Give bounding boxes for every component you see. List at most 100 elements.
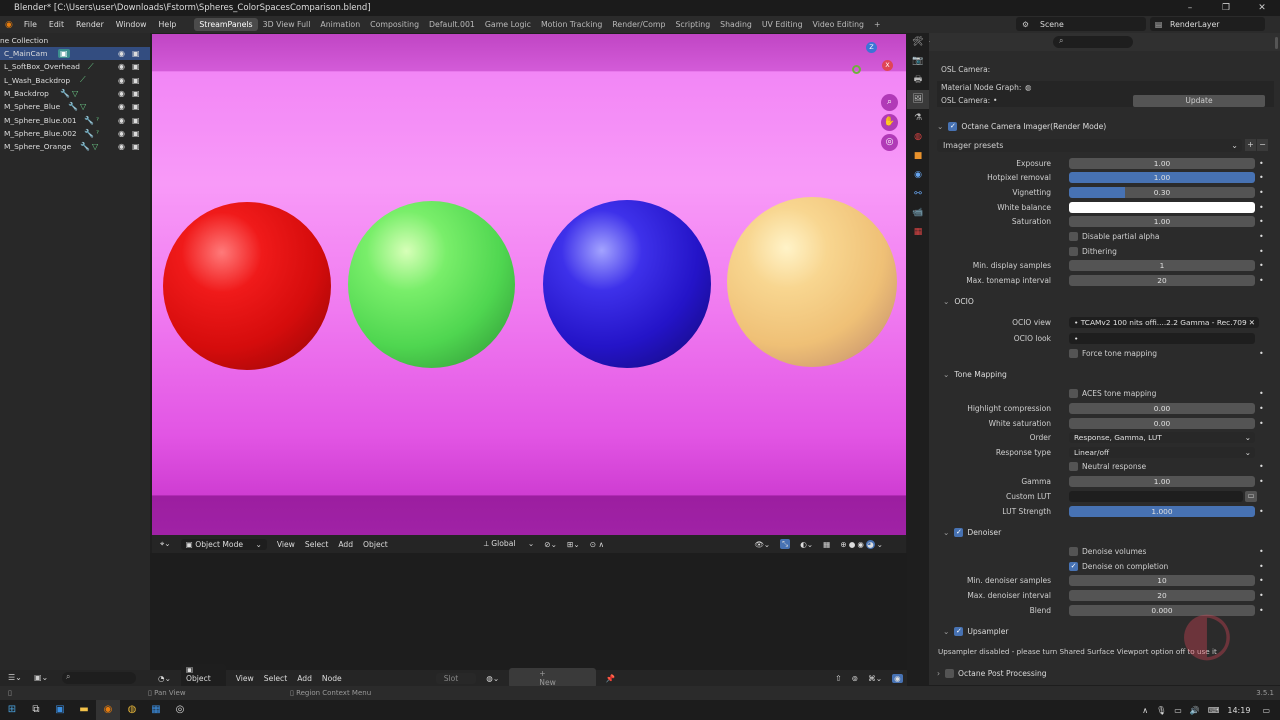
keyframe-dot-icon[interactable]: • xyxy=(1259,404,1264,413)
new-material-button[interactable]: + New xyxy=(509,668,596,688)
scene-tab-icon[interactable]: ⚗ xyxy=(907,109,929,128)
menu-view[interactable]: View xyxy=(236,674,254,683)
material-browse-icon[interactable]: ◍⌄ xyxy=(486,674,499,683)
remove-preset-button[interactable]: − xyxy=(1257,139,1268,151)
volume-icon[interactable]: 🔊 xyxy=(1190,706,1200,715)
snap-node-icon[interactable]: ⊚ xyxy=(852,674,858,683)
view-layer-tab-icon[interactable]: 🖼 xyxy=(907,90,929,109)
keyframe-dot-icon[interactable]: • xyxy=(1259,188,1264,197)
menu-file[interactable]: File xyxy=(18,20,43,29)
blender-taskbar-icon[interactable]: ◉ xyxy=(96,700,120,720)
collection-row[interactable]: ne Collection xyxy=(0,33,150,47)
render-camera-icon[interactable]: ▣ xyxy=(132,142,140,151)
folder-icon[interactable]: ▭ xyxy=(1245,491,1257,502)
clock[interactable]: 14:19 xyxy=(1227,706,1250,715)
saturation-field[interactable]: 1.00 xyxy=(1069,216,1255,227)
slot-dropdown[interactable]: Slot xyxy=(435,672,477,684)
keyframe-dot-icon[interactable]: • xyxy=(1259,217,1264,226)
keyframe-dot-icon[interactable]: • xyxy=(1259,173,1264,182)
tab-video-editing[interactable]: Video Editing xyxy=(808,18,869,31)
snap-icon[interactable]: ⊞⌄ xyxy=(567,540,580,549)
add-workspace-button[interactable]: + xyxy=(869,18,886,31)
render-layer-selector[interactable]: ▤ RenderLayer xyxy=(1150,17,1265,31)
modifier-icon[interactable]: 🔧 xyxy=(60,89,70,98)
keyframe-dot-icon[interactable]: • xyxy=(1259,547,1264,556)
order-dropdown[interactable]: Response, Gamma, LUT ⌄ xyxy=(1069,432,1255,443)
neutral-response-checkbox[interactable]: Neutral response xyxy=(1069,462,1146,471)
transform-orientation[interactable]: ⟂ Global ⌄ xyxy=(484,539,535,549)
texture-tab-icon[interactable]: ▦ xyxy=(907,223,929,242)
wireframe-shading-icon[interactable]: ⊕ xyxy=(840,540,846,549)
display-mode-icon[interactable]: ▣⌄ xyxy=(34,673,48,682)
modifier-icon[interactable]: 🔧 xyxy=(80,142,90,151)
navigation-gizmo[interactable]: Z X xyxy=(852,40,898,94)
zoom-icon[interactable]: ⌕ xyxy=(881,94,898,111)
denoiser-enable-checkbox[interactable]: ✓ xyxy=(954,527,964,537)
keyboard-icon[interactable]: ⌨ xyxy=(1208,706,1220,715)
tab-render-comp[interactable]: Render/Comp xyxy=(607,18,670,31)
green-sphere[interactable] xyxy=(348,201,515,368)
blue-sphere[interactable] xyxy=(543,200,711,368)
eye-icon[interactable]: ◉ xyxy=(118,49,125,58)
solid-shading-icon[interactable]: ● xyxy=(849,540,856,549)
blender-logo-icon[interactable]: ◉ xyxy=(0,20,18,30)
modifier-icon[interactable]: 🔧 xyxy=(68,102,78,111)
imager-enable-checkbox[interactable]: ✓ xyxy=(948,121,958,131)
ocio-view-field[interactable]: • TCAMv2 100 nits offi....2.2 Gamma - Re… xyxy=(1069,317,1259,328)
post-processing-enable-checkbox[interactable] xyxy=(945,668,955,678)
properties-search-input[interactable]: ⌕ xyxy=(1053,36,1133,48)
keyframe-dot-icon[interactable]: • xyxy=(1259,562,1264,571)
osl-camera-field[interactable]: • xyxy=(993,96,997,105)
parent-tree-icon[interactable]: ⇧ xyxy=(835,674,841,683)
tab-streampanels[interactable]: StreamPanels xyxy=(194,18,258,31)
min-display-field[interactable]: 1 xyxy=(1069,260,1255,271)
tab-shading[interactable]: Shading xyxy=(715,18,757,31)
render-camera-icon[interactable]: ▣ xyxy=(132,76,140,85)
camera-view-icon[interactable]: ◎ xyxy=(881,134,898,151)
outliner-item-m-sphere-blue-002[interactable]: M_Sphere_Blue.002 🔧 ˀ ◉ ▣ xyxy=(0,127,150,140)
menu-help[interactable]: Help xyxy=(153,20,183,29)
gizmo-toggle-icon[interactable]: ⤡ xyxy=(780,539,791,549)
physics-tab-icon[interactable]: ◉ xyxy=(907,166,929,185)
imager-section-header[interactable]: ⌄ ✓ Octane Camera Imager(Render Mode) xyxy=(929,117,1280,135)
render-camera-icon[interactable]: ▣ xyxy=(132,89,140,98)
overlay-toggle-icon[interactable]: ◉ xyxy=(892,673,903,683)
red-sphere[interactable] xyxy=(163,202,331,370)
modifier-icon[interactable]: 🔧 xyxy=(84,129,94,138)
vignetting-field[interactable]: 0.30 xyxy=(1069,187,1255,198)
y-axis-icon[interactable] xyxy=(852,65,861,74)
eye-icon[interactable]: ◉ xyxy=(118,89,125,98)
white-balance-swatch[interactable] xyxy=(1069,202,1255,213)
modifier-icon[interactable]: 🔧 xyxy=(84,116,94,125)
node-editor[interactable] xyxy=(150,555,907,685)
object-mode-dropdown[interactable]: ▣ Object Mode ⌄ xyxy=(180,538,267,550)
rendered-shading-icon[interactable]: ◕ xyxy=(866,539,875,549)
highlight-field[interactable]: 0.00 xyxy=(1069,403,1255,414)
clear-icon[interactable]: ✕ xyxy=(1249,317,1255,328)
menu-add[interactable]: Add xyxy=(297,674,312,683)
render-camera-icon[interactable]: ▣ xyxy=(132,62,140,71)
keyframe-dot-icon[interactable]: • xyxy=(1259,389,1264,398)
add-preset-button[interactable]: + xyxy=(1245,139,1256,151)
menu-render[interactable]: Render xyxy=(70,20,110,29)
denoise-volumes-checkbox[interactable]: Denoise volumes xyxy=(1069,547,1146,556)
x-axis-icon[interactable]: X xyxy=(882,60,893,71)
tab-compositing[interactable]: Compositing xyxy=(365,18,424,31)
menu-add[interactable]: Add xyxy=(338,540,353,549)
eye-icon[interactable]: ◉ xyxy=(118,62,125,71)
visibility-icon[interactable]: 👁⌄ xyxy=(754,540,770,549)
light-data-icon[interactable]: ⟋ xyxy=(88,62,94,72)
data-tab-icon[interactable]: 📹 xyxy=(907,204,929,223)
output-tab-icon[interactable]: 🖶 xyxy=(907,71,929,90)
keyframe-dot-icon[interactable]: • xyxy=(1259,462,1264,471)
photo-app-icon[interactable]: ▦ xyxy=(144,700,168,720)
tray-arrow-icon[interactable]: ∧ xyxy=(1142,706,1148,715)
pan-hand-icon[interactable]: ✋ xyxy=(881,114,898,131)
light-data-icon[interactable]: ⟋ xyxy=(80,75,86,85)
render-camera-icon[interactable]: ▣ xyxy=(132,129,140,138)
properties-scrollbar[interactable] xyxy=(1275,37,1278,49)
object-tab-icon[interactable]: ■ xyxy=(907,147,929,166)
eye-icon[interactable]: ◉ xyxy=(118,129,125,138)
mesh-data-icon[interactable]: ▽ xyxy=(80,102,86,111)
scene-selector[interactable]: ⚙ Scene xyxy=(1016,17,1146,31)
